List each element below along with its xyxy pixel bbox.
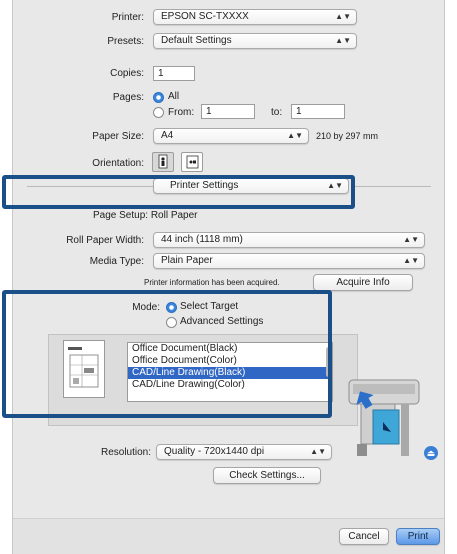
callout-mode-target — [2, 290, 332, 418]
popup-arrows-icon: ▲▼ — [403, 235, 419, 244]
roll-paper-width-value: 44 inch (1118 mm) — [161, 234, 243, 245]
paper-size-label: Paper Size: — [92, 131, 144, 142]
pages-to-label: to: — [271, 107, 283, 118]
paper-size-value: A4 — [161, 130, 174, 141]
popup-arrows-icon: ▲▼ — [287, 131, 303, 140]
pages-from-label: From: — [168, 107, 195, 118]
check-settings-button[interactable]: Check Settings... — [213, 467, 321, 484]
printer-info-message: Printer information has been acquired. — [144, 278, 280, 287]
pages-to-field[interactable]: 1 — [291, 104, 345, 119]
printer-popup[interactable]: EPSON SC-TXXXX ▲▼ — [153, 9, 357, 25]
popup-arrows-icon: ▲▼ — [310, 447, 326, 456]
media-type-popup[interactable]: Plain Paper ▲▼ — [153, 253, 425, 269]
printer-value: EPSON SC-TXXXX — [161, 11, 249, 22]
resolution-value: Quality - 720x1440 dpi — [164, 446, 265, 457]
pages-label: Pages: — [112, 92, 144, 103]
media-type-value: Plain Paper — [161, 255, 213, 266]
presets-label: Presets: — [107, 36, 144, 47]
copies-label: Copies: — [110, 68, 144, 79]
resolution-label: Resolution: — [100, 447, 151, 458]
pages-range-radio[interactable] — [153, 107, 164, 118]
roll-paper-width-label: Roll Paper Width: — [66, 235, 144, 246]
resolution-popup[interactable]: Quality - 720x1440 dpi ▲▼ — [156, 444, 332, 460]
page-setup-text: Page Setup: Roll Paper — [93, 210, 198, 221]
presets-popup[interactable]: Default Settings ▲▼ — [153, 33, 357, 49]
popup-arrows-icon: ▲▼ — [335, 12, 351, 21]
eject-icon[interactable]: ⏏ — [424, 446, 438, 460]
roll-paper-width-popup[interactable]: 44 inch (1118 mm) ▲▼ — [153, 232, 425, 248]
copies-field[interactable]: 1 — [153, 66, 195, 81]
pages-all-label: All — [168, 91, 180, 102]
paper-dimensions: 210 by 297 mm — [316, 131, 379, 141]
acquire-info-button[interactable]: Acquire Info — [313, 274, 413, 291]
print-dialog: Printer: EPSON SC-TXXXX ▲▼ Presets: Defa… — [12, 0, 445, 554]
separator-right — [351, 186, 431, 187]
orientation-portrait-button[interactable] — [152, 152, 174, 172]
media-type-label: Media Type: — [89, 256, 144, 267]
popup-arrows-icon: ▲▼ — [403, 256, 419, 265]
print-button[interactable]: Print — [396, 528, 440, 545]
paper-size-popup[interactable]: A4 ▲▼ — [153, 128, 309, 144]
landscape-icon — [186, 155, 199, 169]
pages-from-field[interactable]: 1 — [201, 104, 255, 119]
large-format-printer-icon — [343, 362, 433, 462]
orientation-label: Orientation: — [92, 158, 144, 169]
callout-printer-settings — [2, 175, 355, 209]
orientation-landscape-button[interactable] — [181, 152, 203, 172]
portrait-icon — [158, 154, 168, 169]
presets-value: Default Settings — [161, 35, 232, 46]
pages-all-radio[interactable] — [153, 92, 164, 103]
cancel-button[interactable]: Cancel — [339, 528, 389, 545]
popup-arrows-icon: ▲▼ — [335, 36, 351, 45]
printer-label: Printer: — [111, 12, 144, 23]
